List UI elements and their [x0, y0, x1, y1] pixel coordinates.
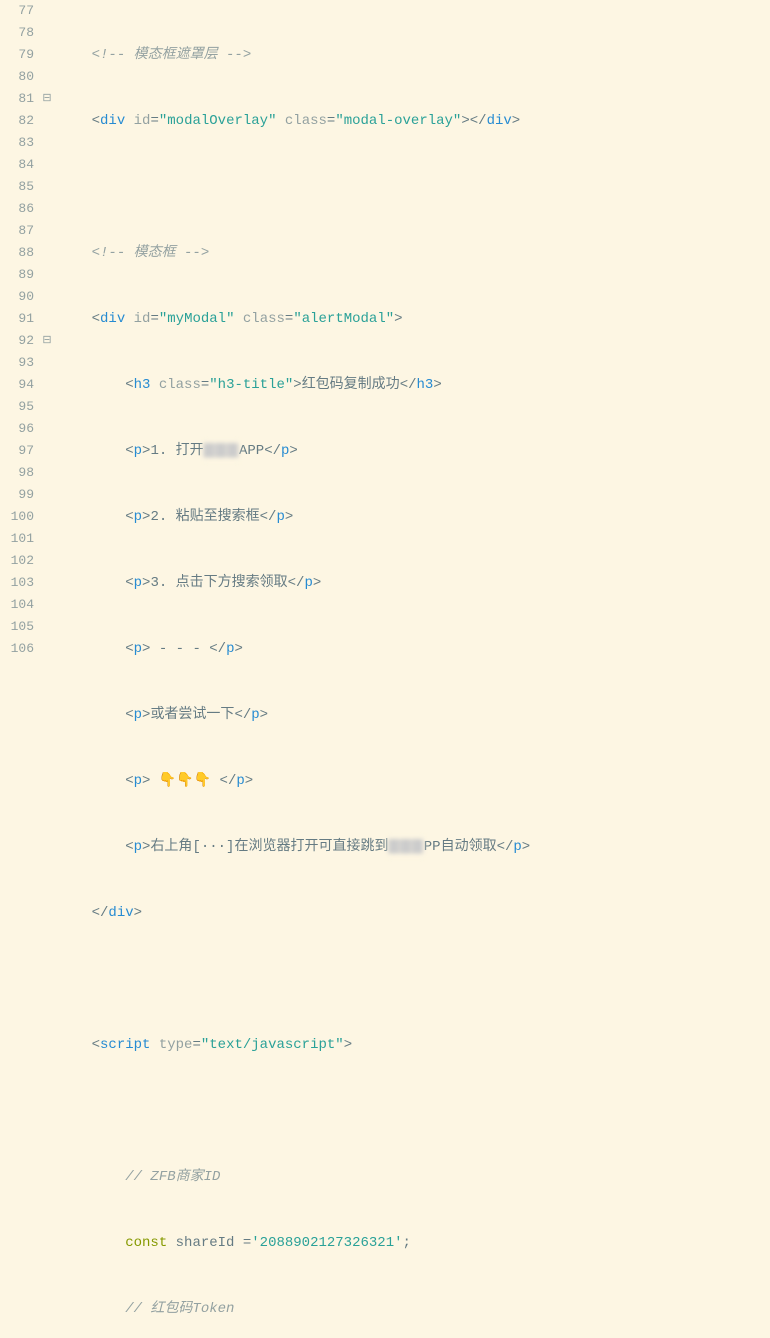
line-number: 103 — [0, 572, 34, 594]
string: "alertModal" — [293, 311, 394, 327]
line-number: 90 — [0, 286, 34, 308]
line-number: 101 — [0, 528, 34, 550]
string: "text/javascript" — [201, 1037, 344, 1053]
ident: shareId — [176, 1235, 235, 1251]
text: 1. 打开 — [150, 443, 203, 459]
code-area[interactable]: <!-- 模态框遮罩层 --> <div id="modalOverlay" c… — [54, 0, 770, 669]
string: "myModal" — [159, 311, 235, 327]
text: 红包码复制成功 — [302, 377, 400, 393]
keyword-const: const — [125, 1235, 167, 1251]
line-number: 100 — [0, 506, 34, 528]
line-number: 102 — [0, 550, 34, 572]
string: "modal-overlay" — [335, 113, 461, 129]
line-number: 94 — [0, 374, 34, 396]
tag-p: p — [134, 443, 142, 459]
line-number: 99 — [0, 484, 34, 506]
line-number: 104 — [0, 594, 34, 616]
code-editor[interactable]: 77 78 79 80 81 82 83 84 85 86 87 88 89 9… — [0, 0, 770, 669]
line-number: 86 — [0, 198, 34, 220]
text: 👇👇👇 — [150, 773, 219, 789]
text: 右上角[···]在浏览器打开可直接跳到 — [150, 839, 388, 855]
comment: // 红包码Token — [125, 1301, 234, 1317]
line-number: 87 — [0, 220, 34, 242]
text: 2. 粘贴至搜索框 — [150, 509, 259, 525]
fold-gutter: ⊟ ⊟ — [40, 0, 54, 669]
line-number: 78 — [0, 22, 34, 44]
attr-id: id — [134, 113, 151, 129]
string: '2088902127326321' — [251, 1235, 402, 1251]
line-number: 85 — [0, 176, 34, 198]
line-number: 82 — [0, 110, 34, 132]
tag-div: div — [100, 113, 125, 129]
line-number: 92 — [0, 330, 34, 352]
line-number: 88 — [0, 242, 34, 264]
line-number: 84 — [0, 154, 34, 176]
comment: <!-- 模态框遮罩层 --> — [92, 47, 252, 63]
text: 3. 点击下方搜索领取 — [150, 575, 287, 591]
line-number: 105 — [0, 616, 34, 638]
redacted-text: ▇▇▇ — [204, 440, 239, 462]
fold-marker-icon[interactable]: ⊟ — [40, 330, 54, 352]
text: - - - — [150, 641, 209, 657]
tag-script: script — [100, 1037, 150, 1053]
attr-class: class — [285, 113, 327, 129]
line-number: 89 — [0, 264, 34, 286]
string: "modalOverlay" — [159, 113, 277, 129]
line-number: 95 — [0, 396, 34, 418]
line-number: 106 — [0, 638, 34, 660]
line-number: 97 — [0, 440, 34, 462]
string: "h3-title" — [209, 377, 293, 393]
line-number: 83 — [0, 132, 34, 154]
text: 或者尝试一下 — [150, 707, 234, 723]
line-number: 80 — [0, 66, 34, 88]
line-number: 93 — [0, 352, 34, 374]
line-number: 79 — [0, 44, 34, 66]
comment: // ZFB商家ID — [125, 1169, 220, 1185]
line-number: 98 — [0, 462, 34, 484]
line-number-gutter: 77 78 79 80 81 82 83 84 85 86 87 88 89 9… — [0, 0, 40, 669]
attr-type: type — [159, 1037, 193, 1053]
redacted-text: ▇▇▇ — [388, 836, 423, 858]
tag-h3: h3 — [134, 377, 151, 393]
line-number: 81 — [0, 88, 34, 110]
line-number: 96 — [0, 418, 34, 440]
line-number: 77 — [0, 0, 34, 22]
comment: <!-- 模态框 --> — [92, 245, 210, 261]
line-number: 91 — [0, 308, 34, 330]
fold-marker-icon[interactable]: ⊟ — [40, 88, 54, 110]
